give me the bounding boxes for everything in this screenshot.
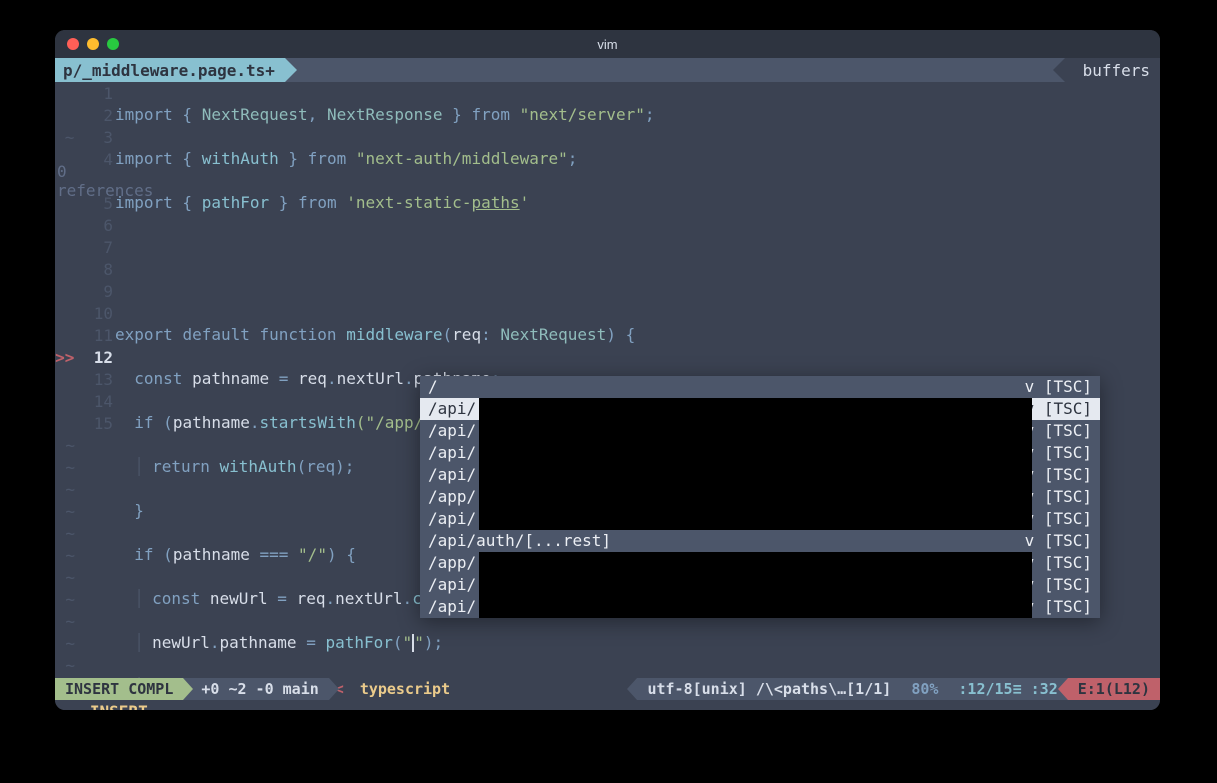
endbuffer-tilde: ~	[55, 502, 75, 521]
cursor-position: :12/15≡ :32	[948, 678, 1067, 700]
completion-item-label: /api/	[420, 442, 476, 464]
completion-item-label: /api/	[420, 398, 476, 420]
completion-item-kind: v [TSC]	[1025, 574, 1100, 596]
completion-item-label: /api/	[420, 596, 476, 618]
redacted-region	[479, 442, 1032, 464]
code-line: export default function middleware(req: …	[115, 324, 1160, 346]
mode-indicator: INSERT COMPL	[55, 678, 183, 700]
line-number: 9	[74, 282, 113, 301]
tab-current-file[interactable]: p/_middleware.page.ts+	[55, 58, 285, 82]
window-title: vim	[55, 37, 1160, 52]
completion-item[interactable]: / v [TSC]	[420, 376, 1100, 398]
endbuffer-tilde: ~	[55, 546, 75, 565]
line-number: 7	[74, 238, 113, 257]
error-count: E:1(L12)	[1068, 678, 1160, 700]
completion-item-kind: v [TSC]	[1025, 464, 1100, 486]
completion-item-kind: v [TSC]	[1025, 508, 1100, 530]
tabline: p/_middleware.page.ts+ buffers	[55, 58, 1160, 82]
line-number: 15	[74, 414, 113, 433]
encoding-search: utf-8[unix] /\<paths\…[1/1]	[637, 678, 901, 700]
completion-item[interactable]: /app/v [TSC]	[420, 552, 1100, 574]
completion-item-label: /	[420, 376, 438, 398]
line-number-current: 12	[74, 348, 113, 367]
completion-item[interactable]: /api/v [TSC]	[420, 574, 1100, 596]
codelens-line	[115, 280, 1160, 302]
completion-item[interactable]: /api/auth/[...rest] v [TSC]	[420, 530, 1100, 552]
line-number: 10	[74, 304, 113, 323]
redacted-region	[479, 420, 1032, 442]
filetype: typescript	[350, 678, 460, 700]
cmdline: -- INSERT --	[55, 700, 1160, 710]
line-number: 11	[74, 326, 113, 345]
line-number: 2	[74, 106, 113, 125]
endbuffer-tilde: ~	[55, 480, 75, 499]
endbuffer-tilde: ~	[55, 568, 75, 587]
editor[interactable]: 1 2 ~3 4 0 references 5 6 7 8 9 10 11 >>…	[55, 82, 1160, 678]
endbuffer-tilde: ~	[55, 590, 75, 609]
error-sign-icon: >>	[55, 348, 74, 367]
line-number: 5	[74, 194, 113, 213]
completion-item-kind: v [TSC]	[1025, 552, 1100, 574]
endbuffer-tilde: ~	[55, 458, 75, 477]
completion-item-label: /api/	[420, 420, 476, 442]
scroll-percent: 80%	[901, 678, 948, 700]
completion-item-kind: v [TSC]	[1025, 376, 1100, 398]
completion-item[interactable]: /api/v [TSC]	[420, 398, 1100, 420]
sign-col: ~	[55, 128, 74, 147]
terminal-window: vim p/_middleware.page.ts+ buffers 1 2 ~…	[55, 30, 1160, 710]
statusline: INSERT COMPL +0 ~2 -0 main < typescript …	[55, 678, 1160, 700]
completion-item[interactable]: /api/v [TSC]	[420, 442, 1100, 464]
completion-item-kind: v [TSC]	[1025, 420, 1100, 442]
code-line-current: │ newUrl.pathname = pathFor("");	[115, 632, 1160, 654]
redacted-region	[479, 508, 1032, 530]
endbuffer-tilde: ~	[55, 656, 75, 675]
completion-popup[interactable]: /v [TSC]/api/v [TSC]/api/v [TSC]/api/v […	[420, 376, 1100, 618]
buffers-indicator[interactable]: buffers	[1065, 58, 1160, 82]
redacted-region	[479, 398, 1032, 420]
completion-item-label: /api/auth/[...rest]	[420, 530, 611, 552]
endbuffer-tilde: ~	[55, 612, 75, 631]
code-line: import { withAuth } from "next-auth/midd…	[115, 148, 1160, 170]
completion-item-kind: v [TSC]	[1025, 486, 1100, 508]
completion-item[interactable]: /api/v [TSC]	[420, 464, 1100, 486]
line-number: 8	[74, 260, 113, 279]
tab-label: p/_middleware.page.ts+	[63, 61, 275, 80]
code-line: import { pathFor } from 'next-static-pat…	[115, 192, 1160, 214]
completion-item-label: /api/	[420, 508, 476, 530]
completion-item-kind: v [TSC]	[1025, 398, 1100, 420]
titlebar: vim	[55, 30, 1160, 58]
completion-item[interactable]: /app/v [TSC]	[420, 486, 1100, 508]
git-status: +0 ~2 -0 main	[183, 678, 328, 700]
redacted-region	[479, 552, 1032, 574]
buffers-label: buffers	[1083, 61, 1150, 80]
line-number: 6	[74, 216, 113, 235]
completion-item-label: /api/	[420, 574, 476, 596]
completion-item-label: /app/	[420, 486, 476, 508]
completion-item[interactable]: /api/v [TSC]	[420, 596, 1100, 618]
line-number: 3	[74, 128, 113, 147]
completion-item[interactable]: /api/v [TSC]	[420, 420, 1100, 442]
line-number: 1	[74, 84, 113, 103]
redacted-region	[479, 486, 1032, 508]
code-line: import { NextRequest, NextResponse } fro…	[115, 104, 1160, 126]
completion-item[interactable]: /api/v [TSC]	[420, 508, 1100, 530]
line-number: 13	[74, 370, 113, 389]
completion-item-label: /app/	[420, 552, 476, 574]
completion-item-kind: v [TSC]	[1025, 442, 1100, 464]
redacted-region	[479, 596, 1032, 618]
completion-item-label: /api/	[420, 464, 476, 486]
redacted-region	[479, 464, 1032, 486]
endbuffer-tilde: ~	[55, 634, 75, 653]
endbuffer-tilde: ~	[55, 436, 75, 455]
endbuffer-tilde: ~	[55, 524, 75, 543]
code-line	[115, 236, 1160, 258]
completion-item-kind: v [TSC]	[1025, 596, 1100, 618]
redacted-region	[479, 574, 1032, 596]
line-number: 14	[74, 392, 113, 411]
completion-item-kind: v [TSC]	[1025, 530, 1100, 552]
